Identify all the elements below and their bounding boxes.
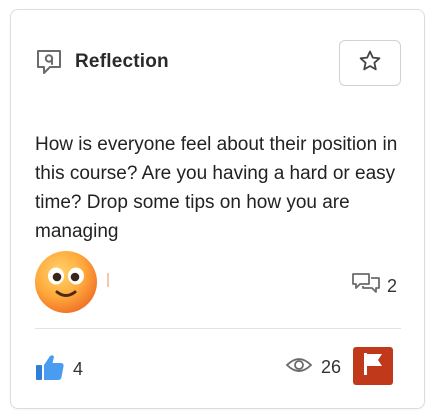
smiling-face-emoji[interactable] — [33, 249, 99, 315]
divider-mark — [107, 273, 109, 287]
post-card: Reflection How is everyone feel about th… — [10, 9, 425, 409]
star-icon — [358, 49, 382, 78]
thumbs-up-icon — [35, 353, 65, 386]
report-button[interactable] — [353, 347, 393, 385]
comments-icon — [351, 272, 381, 301]
post-header: Reflection — [11, 10, 424, 110]
eye-icon — [285, 355, 313, 380]
like-button[interactable]: 4 — [35, 353, 83, 386]
reflection-speech-icon — [35, 48, 63, 76]
post-type-label: Reflection — [75, 51, 169, 72]
favorite-button[interactable] — [339, 40, 401, 86]
views-indicator: 26 — [285, 355, 341, 380]
post-body: How is everyone feel about their positio… — [35, 134, 398, 242]
flag-icon — [361, 351, 385, 382]
comments-button[interactable]: 2 — [351, 272, 397, 301]
footer-divider — [35, 328, 401, 329]
comments-count: 2 — [387, 276, 398, 296]
views-count: 26 — [321, 357, 342, 377]
likes-count: 4 — [73, 359, 84, 379]
